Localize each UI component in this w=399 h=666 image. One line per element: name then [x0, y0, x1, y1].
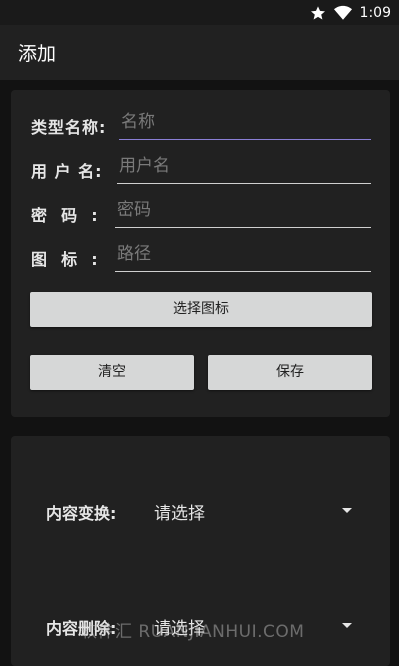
save-button-label: 保存 [276, 364, 304, 380]
dropdown-arrow-icon [342, 623, 352, 628]
username-row: 用 户 名: 用户名 [11, 148, 390, 188]
password-row: 密 码 : 密码 [11, 192, 390, 232]
watermark: 软件汇 RUANJIANHUI.COM [80, 622, 305, 642]
content-transform-label: 内容变换: [46, 504, 117, 523]
star-icon [310, 5, 326, 21]
icon-path-input[interactable]: 路径 [115, 242, 371, 272]
icon-row: 图 标 : 路径 [11, 236, 390, 276]
form-card: 类型名称: 名称 用 户 名: 用户名 密 码 : 密码 图 标 : 路径 选择… [11, 90, 390, 417]
save-button[interactable]: 保存 [208, 355, 372, 390]
clear-button[interactable]: 清空 [30, 355, 194, 390]
status-time: 1:09 [359, 5, 391, 21]
content-transform-spinner[interactable]: 内容变换: 请选择 [11, 496, 390, 526]
page-title: 添加 [18, 43, 57, 65]
content-transform-value: 请选择 [154, 504, 205, 524]
app-bar: 添加 [0, 25, 399, 80]
username-input[interactable]: 用户名 [117, 154, 371, 184]
clear-button-label: 清空 [98, 364, 126, 380]
username-label: 用 户 名: [31, 162, 103, 181]
type-name-input[interactable]: 名称 [119, 110, 371, 140]
icon-label: 图 标 : [31, 250, 99, 269]
choose-icon-button-label: 选择图标 [173, 301, 229, 317]
choose-icon-button[interactable]: 选择图标 [30, 292, 372, 327]
type-name-label: 类型名称: [31, 118, 107, 137]
status-icons: 1:09 [310, 3, 391, 23]
password-label: 密 码 : [31, 206, 99, 225]
dropdown-arrow-icon [342, 508, 352, 513]
status-bar: 1:09 [0, 0, 399, 25]
wifi-icon [333, 5, 352, 21]
password-input[interactable]: 密码 [115, 198, 371, 228]
type-name-row: 类型名称: 名称 [11, 104, 390, 144]
